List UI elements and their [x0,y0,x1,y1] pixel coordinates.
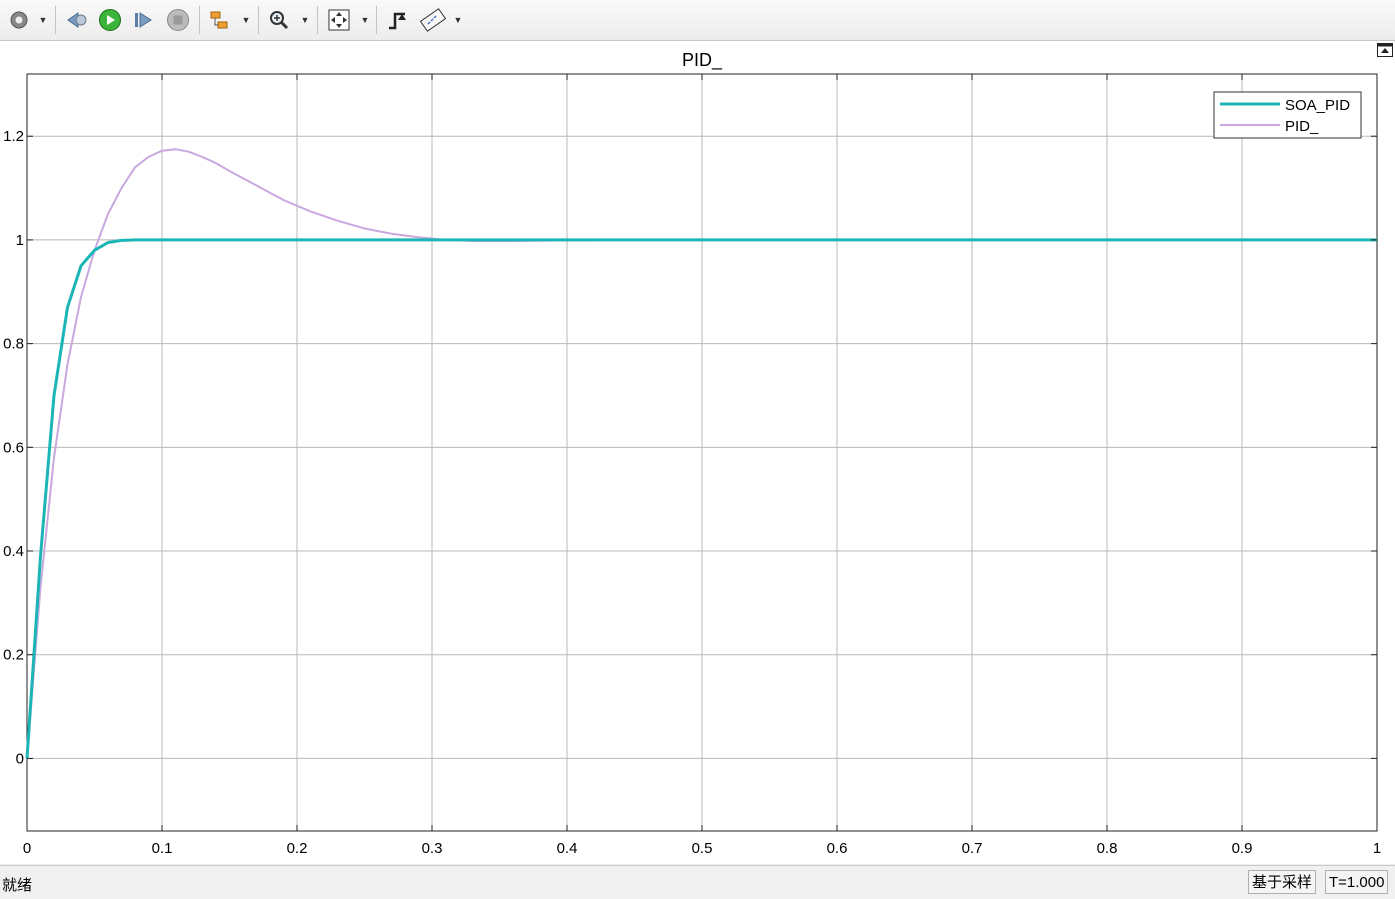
x-tick-label: 0 [23,840,31,857]
y-tick-label: 1.2 [3,128,24,145]
scope-chart: 0 0.1 0.2 0.3 0.4 0.5 0.6 0.7 0.8 0.9 1 0 0.2 0.4 0.6 0… [3,50,1381,857]
autoscale-icon[interactable] [325,6,353,34]
x-tick-label: 0.2 [287,840,308,857]
autoscale-dropdown[interactable]: ▼ [360,6,370,34]
toolbar-separator [199,6,200,34]
x-tick-label: 0.5 [692,840,713,857]
y-tick-label: 1 [16,232,24,249]
x-tick-label: 0.7 [962,840,983,857]
step-back-icon[interactable] [62,6,90,34]
zoom-dropdown[interactable]: ▼ [300,6,310,34]
toolbar-separator [376,6,377,34]
legend-label: PID_ [1285,118,1319,135]
step-forward-icon[interactable] [130,6,158,34]
signal-highlight-dropdown[interactable]: ▼ [241,6,251,34]
legend-label: SOA_PID [1285,97,1350,114]
status-text: 就绪 [2,877,33,894]
sim-time-label: T=1.000 [1325,870,1389,894]
x-tick-label: 0.9 [1232,840,1253,857]
toolbar-separator [55,6,56,34]
toolbar-separator [258,6,259,34]
status-bar: 就绪 基于采样 T=1.000 [0,865,1395,899]
toolbar-separator [317,6,318,34]
grid-layer [27,74,1377,831]
measurements-icon[interactable] [419,6,447,34]
measurements-dropdown[interactable]: ▼ [453,6,463,34]
y-tick-label: 0.8 [3,336,24,353]
y-tick-label: 0.4 [3,543,24,560]
y-tick-label: 0 [16,750,24,767]
toolbar: ▼ ▼ ▼ ▼ ▼ [0,0,1395,41]
triggers-icon[interactable] [383,6,411,34]
undock-icon[interactable] [1377,43,1393,57]
x-tick-label: 0.3 [422,840,443,857]
y-tick-label: 0.2 [3,647,24,664]
sample-mode-label: 基于采样 [1248,870,1317,894]
settings-icon[interactable] [5,6,33,34]
settings-dropdown[interactable]: ▼ [38,6,48,34]
x-tick-label: 0.1 [152,840,173,857]
chart-title: PID_ [682,50,723,71]
scope-plot-area: 0 0.1 0.2 0.3 0.4 0.5 0.6 0.7 0.8 0.9 1 0 0.2 0.4 0.6 0… [0,41,1395,864]
legend[interactable]: SOA_PID PID_ [1213,91,1362,139]
x-tick-label: 0.4 [557,840,578,857]
signal-highlight-icon[interactable] [206,6,234,34]
stop-icon[interactable] [164,6,192,34]
x-tick-label: 1 [1373,840,1381,857]
x-tick-label: 0.6 [827,840,848,857]
run-icon[interactable] [96,6,124,34]
x-tick-label: 0.8 [1097,840,1118,857]
y-tick-label: 0.6 [3,439,24,456]
tick-layer: 0 0.1 0.2 0.3 0.4 0.5 0.6 0.7 0.8 0.9 1 0 0.2 0.4 0.6 0… [3,74,1381,857]
zoom-icon[interactable] [265,6,293,34]
